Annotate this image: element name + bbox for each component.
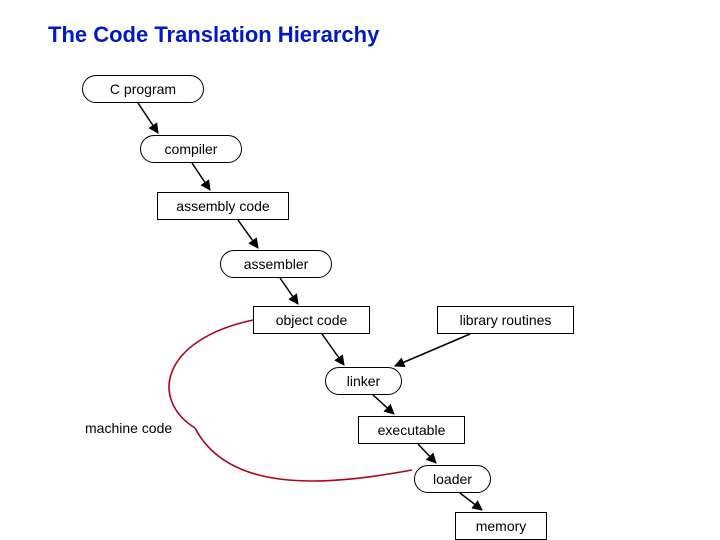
diagram-title: The Code Translation Hierarchy bbox=[48, 22, 379, 48]
node-assembler: assembler bbox=[220, 250, 332, 278]
arrow-assembly-assembler bbox=[238, 220, 258, 248]
node-assembly-code: assembly code bbox=[157, 192, 289, 220]
annotation-curve-upper bbox=[169, 320, 253, 428]
arrow-objectcode-linker bbox=[322, 334, 344, 365]
node-loader: loader bbox=[414, 465, 491, 493]
arrow-executable-loader bbox=[418, 444, 436, 463]
arrow-assembler-objectcode bbox=[280, 278, 298, 304]
arrow-linker-executable bbox=[373, 395, 394, 414]
node-memory: memory bbox=[455, 512, 547, 540]
arrow-loader-memory bbox=[460, 493, 482, 510]
node-executable: executable bbox=[358, 416, 465, 444]
node-c-program: C program bbox=[82, 75, 204, 103]
node-object-code: object code bbox=[253, 306, 370, 334]
arrow-cprogram-compiler bbox=[138, 103, 158, 133]
arrow-library-linker bbox=[395, 334, 470, 366]
node-library-routines: library routines bbox=[437, 306, 574, 334]
node-compiler: compiler bbox=[140, 135, 242, 163]
node-linker: linker bbox=[325, 367, 402, 395]
arrow-compiler-assembly bbox=[192, 163, 210, 190]
label-machine-code: machine code bbox=[85, 420, 172, 436]
